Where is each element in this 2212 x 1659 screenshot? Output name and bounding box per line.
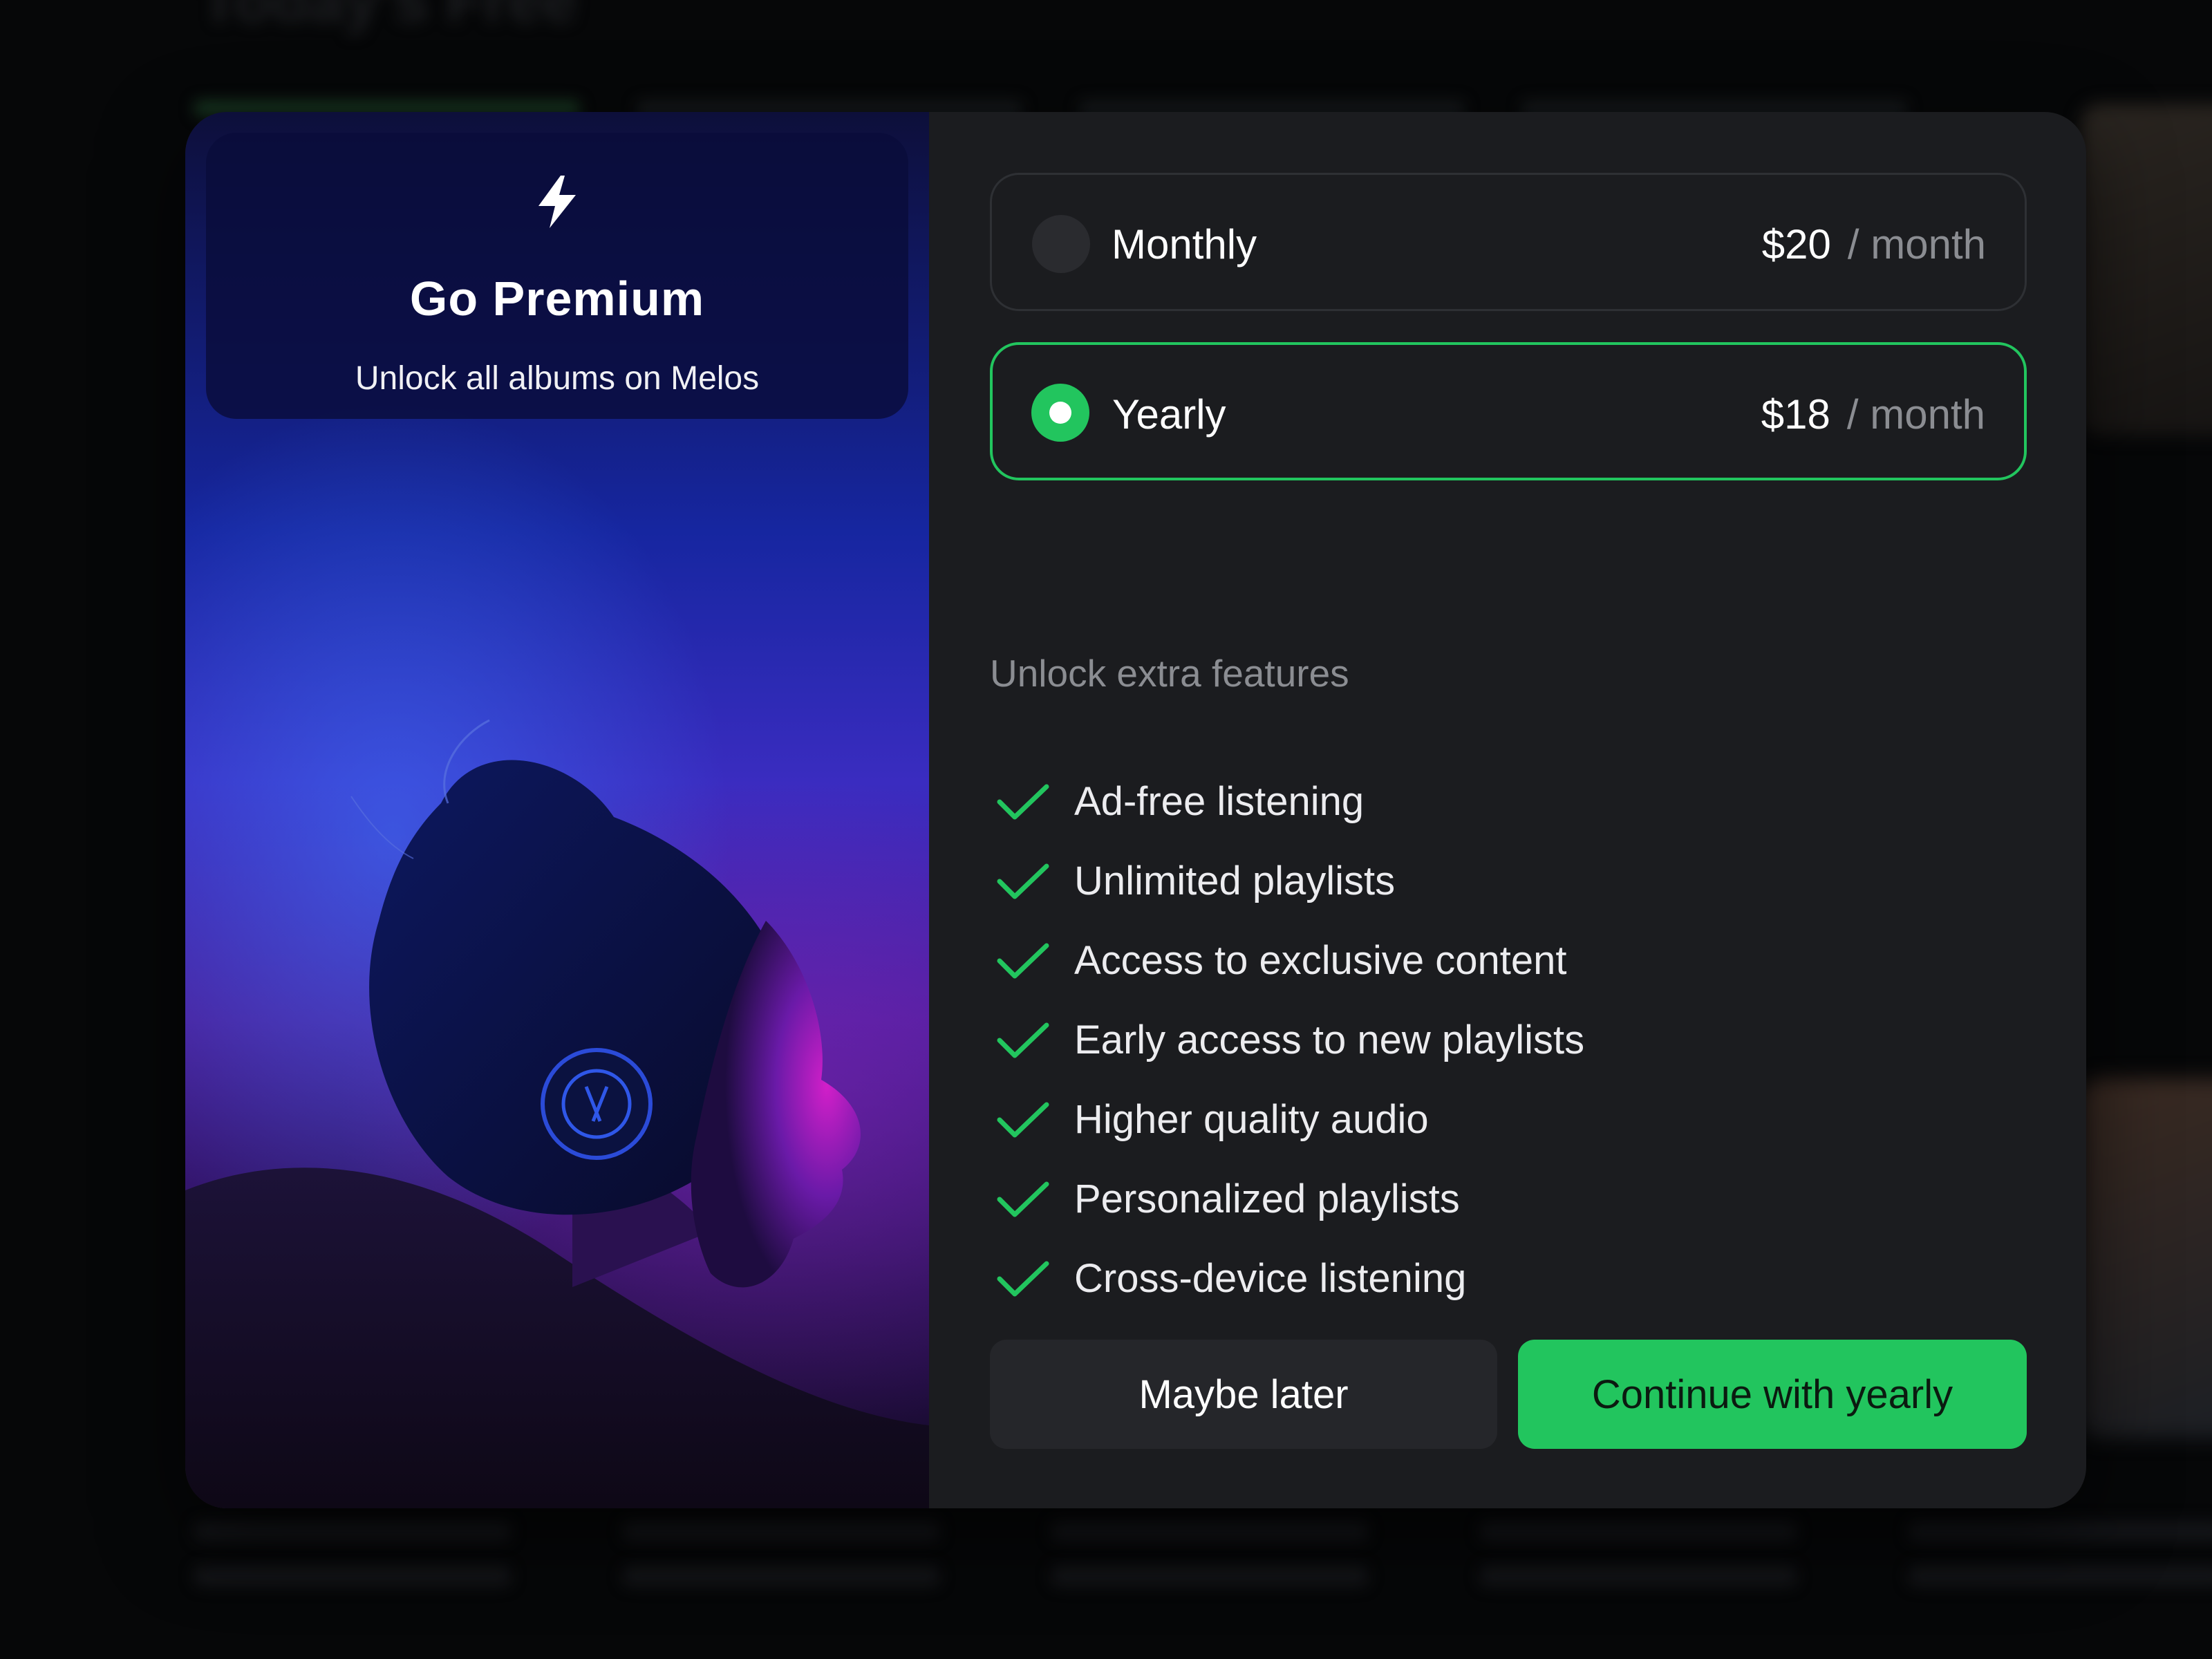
feature-label: Higher quality audio [1074, 1097, 1429, 1142]
checkmark-icon [997, 1102, 1049, 1137]
checkmark-icon [997, 784, 1049, 819]
checkmark-icon [997, 1261, 1049, 1296]
features-list: Ad-free listening Unlimited playlists Ac… [990, 762, 1584, 1318]
plan-price: $18 [1761, 391, 1830, 438]
feature-item: Cross-device listening [990, 1239, 1584, 1318]
modal-title: Go Premium [409, 272, 705, 326]
plan-selection-panel: Monthly $20 / month Yearly $18 / month Unl… [990, 112, 2027, 1508]
plan-option-yearly[interactable]: Yearly $18 / month [990, 342, 2027, 480]
lightning-bolt-icon [538, 176, 576, 228]
feature-label: Unlimited playlists [1074, 859, 1396, 903]
premium-modal: Go Premium Unlock all albums on Melos Mo… [185, 112, 2086, 1508]
feature-label: Access to exclusive content [1074, 938, 1567, 983]
feature-label: Cross-device listening [1074, 1256, 1467, 1301]
checkmark-icon [997, 943, 1049, 978]
feature-label: Ad-free listening [1074, 779, 1365, 824]
background-card [2081, 1078, 2212, 1438]
premium-header-card: Go Premium Unlock all albums on Melos [206, 133, 908, 419]
background-page-title: Today's Free [200, 0, 577, 35]
continue-with-yearly-button[interactable]: Continue with yearly [1518, 1340, 2027, 1449]
features-heading: Unlock extra features [990, 652, 1349, 695]
radio-button-unselected[interactable] [1032, 215, 1090, 273]
checkmark-icon [997, 863, 1049, 899]
feature-label: Personalized playlists [1074, 1177, 1460, 1221]
background-card [2081, 104, 2212, 435]
background-text-row [194, 1566, 2212, 1586]
plan-name: Monthly [1112, 221, 1257, 268]
radio-button-selected[interactable] [1031, 384, 1089, 442]
feature-item: Unlimited playlists [990, 841, 1584, 921]
background-text-row [194, 1521, 2212, 1541]
plan-price-group: $18 / month [1761, 391, 1985, 438]
plan-period: / month [1846, 391, 1985, 438]
feature-item: Higher quality audio [990, 1080, 1584, 1159]
feature-item: Ad-free listening [990, 762, 1584, 841]
plan-price: $20 [1761, 221, 1831, 268]
plan-option-monthly[interactable]: Monthly $20 / month [990, 173, 2027, 311]
maybe-later-button[interactable]: Maybe later [990, 1340, 1497, 1449]
plan-name: Yearly [1112, 391, 1226, 438]
feature-item: Early access to new playlists [990, 1000, 1584, 1080]
feature-item: Access to exclusive content [990, 921, 1584, 1000]
hero-image-panel: Go Premium Unlock all albums on Melos [185, 112, 929, 1508]
modal-subtitle: Unlock all albums on Melos [355, 360, 760, 397]
feature-label: Early access to new playlists [1074, 1018, 1585, 1062]
checkmark-icon [997, 1022, 1049, 1058]
plan-period: / month [1847, 221, 1986, 268]
checkmark-icon [997, 1181, 1049, 1217]
plan-price-group: $20 / month [1762, 221, 1986, 268]
feature-item: Personalized playlists [990, 1159, 1584, 1239]
